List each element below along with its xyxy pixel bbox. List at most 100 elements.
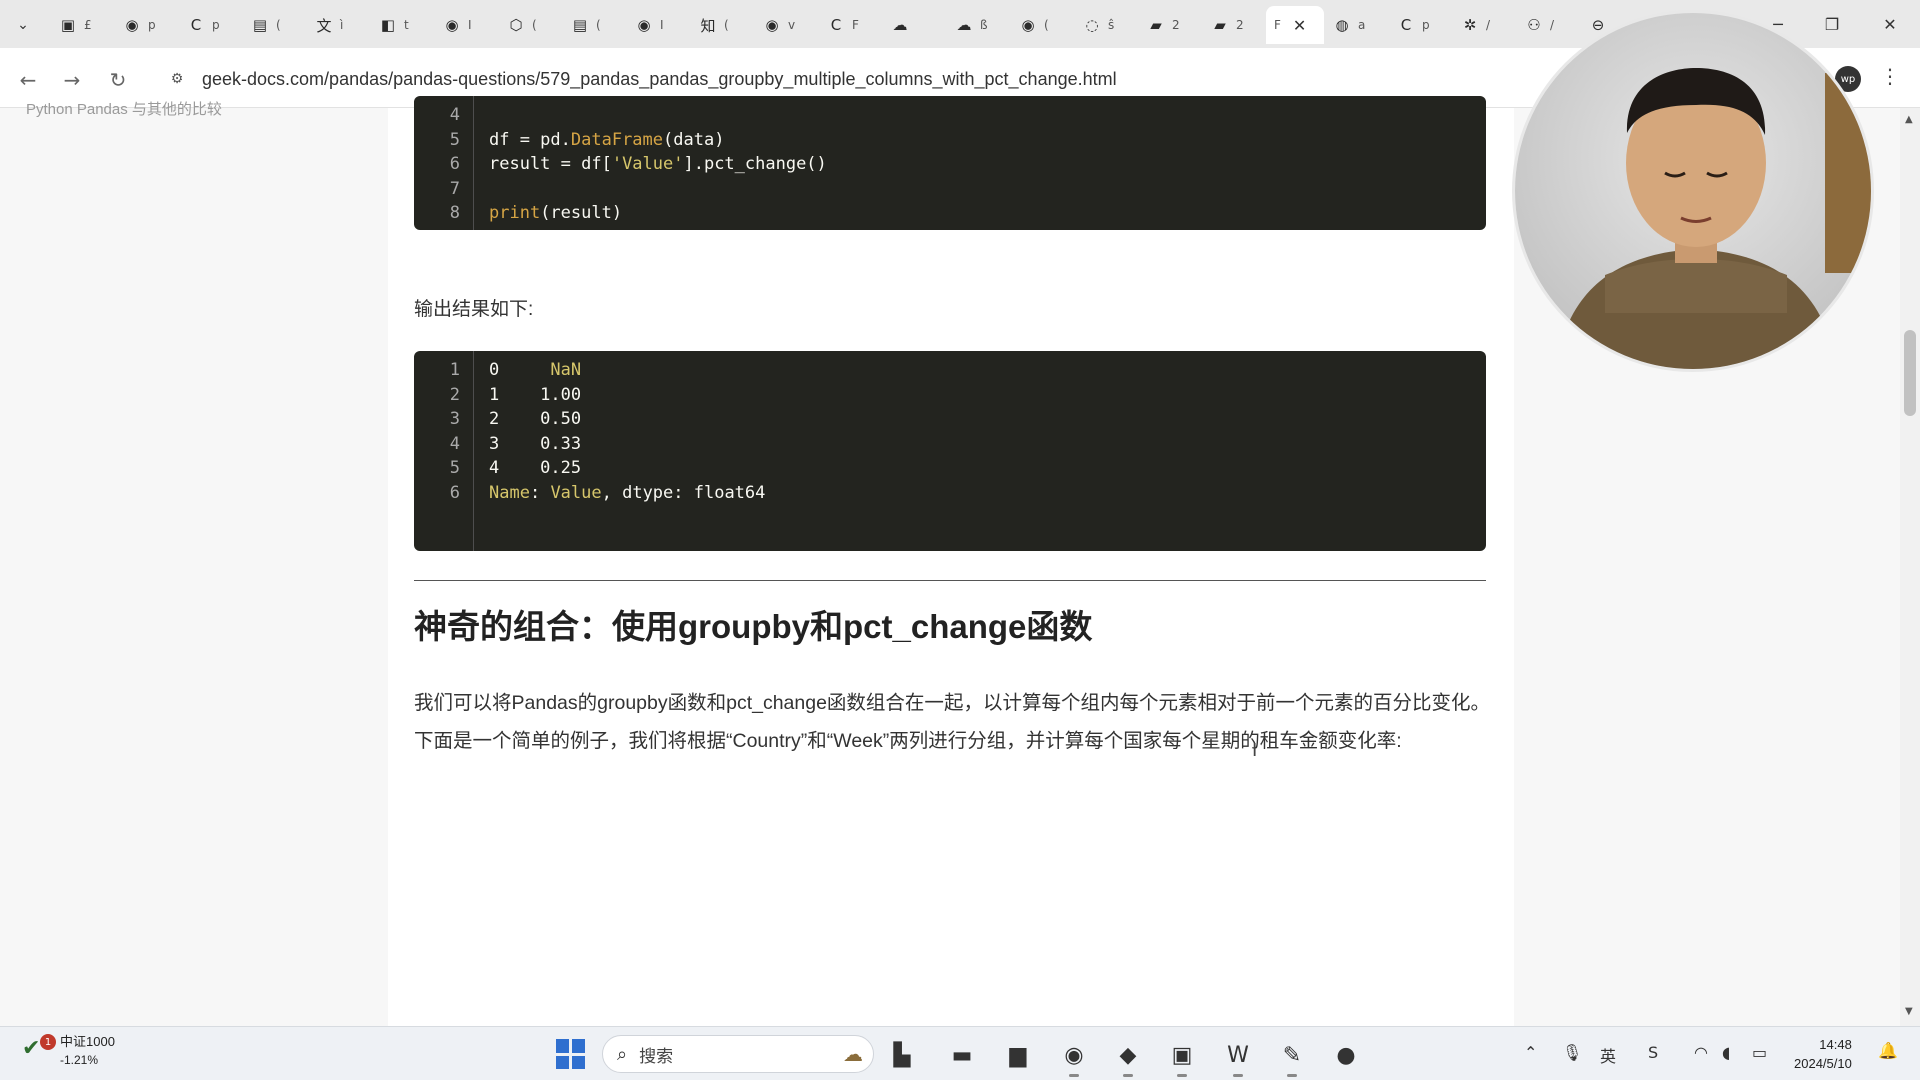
task-view-icon[interactable]: ▙ [884,1037,920,1073]
notification-badge: 1 [40,1034,56,1050]
translate-icon: 文 [316,16,332,35]
s-app-icon[interactable]: S [1648,1043,1658,1062]
scroll-up-icon[interactable]: ▲ [1905,114,1913,125]
browser-tab[interactable]: ▣ £ [50,6,114,44]
stock-text: 中证1000 -1.21% [60,1033,115,1069]
sidebar-link[interactable]: Python Pandas 与其他的比较 [26,98,222,119]
globe-icon: ◍ [1335,16,1349,34]
file-explorer-icon[interactable]: ▆ [1000,1037,1036,1073]
stock-widget[interactable]: ✔ 1 中证1000 -1.21% [22,1033,115,1069]
c-logo-icon: C [830,16,842,34]
browser-tab[interactable]: 知( [690,6,754,44]
left-sidebar: Python Pandas 与其他的比较 [0,101,388,1026]
ime-icon[interactable]: 英 [1600,1043,1616,1067]
presenter-video-image [1515,13,1871,369]
tab-title: / [1550,18,1555,32]
article-content: 4 5 df = pd.DataFrame(data) 6 result = df['V… [388,96,1900,1026]
tab-title: I [660,18,664,32]
battery-icon[interactable]: ▭ [1752,1043,1767,1062]
tab-title: ß [980,18,988,32]
browser-tab[interactable]: ◉ I [626,6,690,44]
code-text: print(result) [489,203,623,224]
tab-title: £ [84,18,92,32]
clock-date: 2024/5/10 [1794,1056,1852,1071]
clock[interactable]: 14:48 2024/5/10 [1794,1035,1852,1073]
browser-tab[interactable]: ▤( [242,6,306,44]
browser-tab[interactable]: ◍ a [1324,6,1388,44]
tab-title: / [1486,18,1491,32]
clock-time: 14:48 [1819,1037,1852,1052]
person-icon: ⚇ [1527,16,1541,34]
browser-tab[interactable]: 文ì [306,6,370,44]
browser-tab[interactable]: ☁ [882,6,946,44]
browser-tab[interactable]: ▤( [562,6,626,44]
tab-search-chevron-icon[interactable]: ⌄ [8,10,38,40]
taskbar-search[interactable]: ⌕ 搜索 ☁ [602,1035,874,1073]
zhihu-icon: 知 [700,16,716,35]
scroll-down-icon[interactable]: ▼ [1905,1006,1913,1017]
recorder-icon[interactable]: ● [1328,1037,1364,1073]
loading-icon: ◌ [1085,16,1099,34]
pen-app-icon[interactable]: ✎ [1274,1037,1310,1077]
cloud-icon: ☁ [892,16,908,34]
browser-tab[interactable]: ⚇ / [1516,6,1580,44]
browser-tab[interactable]: ◉ v [754,6,818,44]
more-menu-icon[interactable]: ⋮ [1880,64,1900,88]
c-logo-icon: C [1400,16,1412,34]
browser-tab[interactable]: ☁ ß [946,6,1010,44]
section-heading: 神奇的组合：使用groupby和pct_change函数 [414,608,1093,645]
tab-title: v [788,18,796,32]
forward-arrow-icon[interactable]: → [58,66,86,94]
search-highlight-icon: ☁ [843,1042,863,1066]
close-tab-icon[interactable]: ✕ [1293,16,1306,35]
browser-tab[interactable]: ◧ t [370,6,434,44]
stock-check-icon: ✔ 1 [22,1034,56,1066]
page-scrollbar[interactable]: ▲ ▼ [1900,108,1920,1026]
github-icon: ◉ [445,16,459,34]
github-icon: ◉ [125,16,139,34]
taskbar: ✔ 1 中证1000 -1.21% ⌕ 搜索 ☁ ▙ ▬ ▆ ◉ ◆ ▣ W ✎ ● ⌃ 🎙 英 S ◠ ◖… [0,1026,1920,1080]
browser-tab[interactable]: CF [818,6,882,44]
calendar-icon: ▣ [60,16,76,34]
browser-tab[interactable]: ⬡( [498,6,562,44]
browser-tab[interactable]: ◉ p [114,6,178,44]
webcam-overlay [1512,10,1874,372]
video-icon: ▤ [252,16,268,34]
scroll-thumb[interactable] [1904,330,1916,416]
tab-title: a [1358,18,1366,32]
stock-change: -1.21% [60,1053,99,1067]
browser-tab-active[interactable]: F ✕ [1266,6,1324,44]
back-arrow-icon[interactable]: ← [14,66,42,94]
browser-tab[interactable]: Cp [1388,6,1452,44]
wifi-icon[interactable]: ◠ [1694,1043,1708,1062]
code-text: Name: Value, dtype: float64 [489,483,766,503]
close-window-button[interactable]: ✕ [1872,10,1908,38]
browser-tab[interactable]: ◉ I [434,6,498,44]
notification-bell-icon[interactable]: 🔔 [1878,1041,1898,1060]
microphone-icon[interactable]: 🎙 [1562,1043,1582,1062]
search-icon: ⌕ [617,1043,628,1065]
terminal-window-icon[interactable]: ▬ [944,1037,980,1073]
tab-title: 2 [1236,18,1244,32]
chevron-up-icon[interactable]: ⌃ [1524,1043,1537,1062]
volume-icon[interactable]: ◖ [1722,1043,1730,1062]
browser-tab[interactable]: ◉( [1010,6,1074,44]
browser-tab[interactable]: ◌ ŝ [1074,6,1138,44]
chrome-icon[interactable]: ◉ [1056,1037,1092,1077]
start-button[interactable] [556,1039,586,1069]
browser-tab[interactable]: Cp [178,6,242,44]
restore-button[interactable]: ❐ [1814,10,1850,38]
terminal-icon[interactable]: ▣ [1164,1037,1200,1077]
reload-icon[interactable]: ↻ [104,66,132,94]
bookmark-app-icon[interactable]: ◆ [1110,1037,1146,1077]
url-text[interactable]: geek-docs.com/pandas/pandas-questions/57… [202,69,1117,90]
tab-title: ( [532,18,537,32]
browser-tab[interactable]: ✲ / [1452,6,1516,44]
site-info-icon[interactable]: ⚙ [162,64,192,94]
browser-tab[interactable]: ▰ 2 [1138,6,1202,44]
browser-tab[interactable]: ▰ 2 [1202,6,1266,44]
tab-title: p [1422,18,1430,32]
tab-title: ( [1044,18,1049,32]
tab-list: ▣ £ ◉ p Cp ▤(文 ì ◧ t ◉ I ⬡(▤(◉ I 知(◉ v C F ☁ ☁ ß ◉(◌ ŝ ▰ 2 ▰ 2 F ✕ ◍… [50,6,1644,46]
wps-icon[interactable]: W [1220,1037,1256,1077]
